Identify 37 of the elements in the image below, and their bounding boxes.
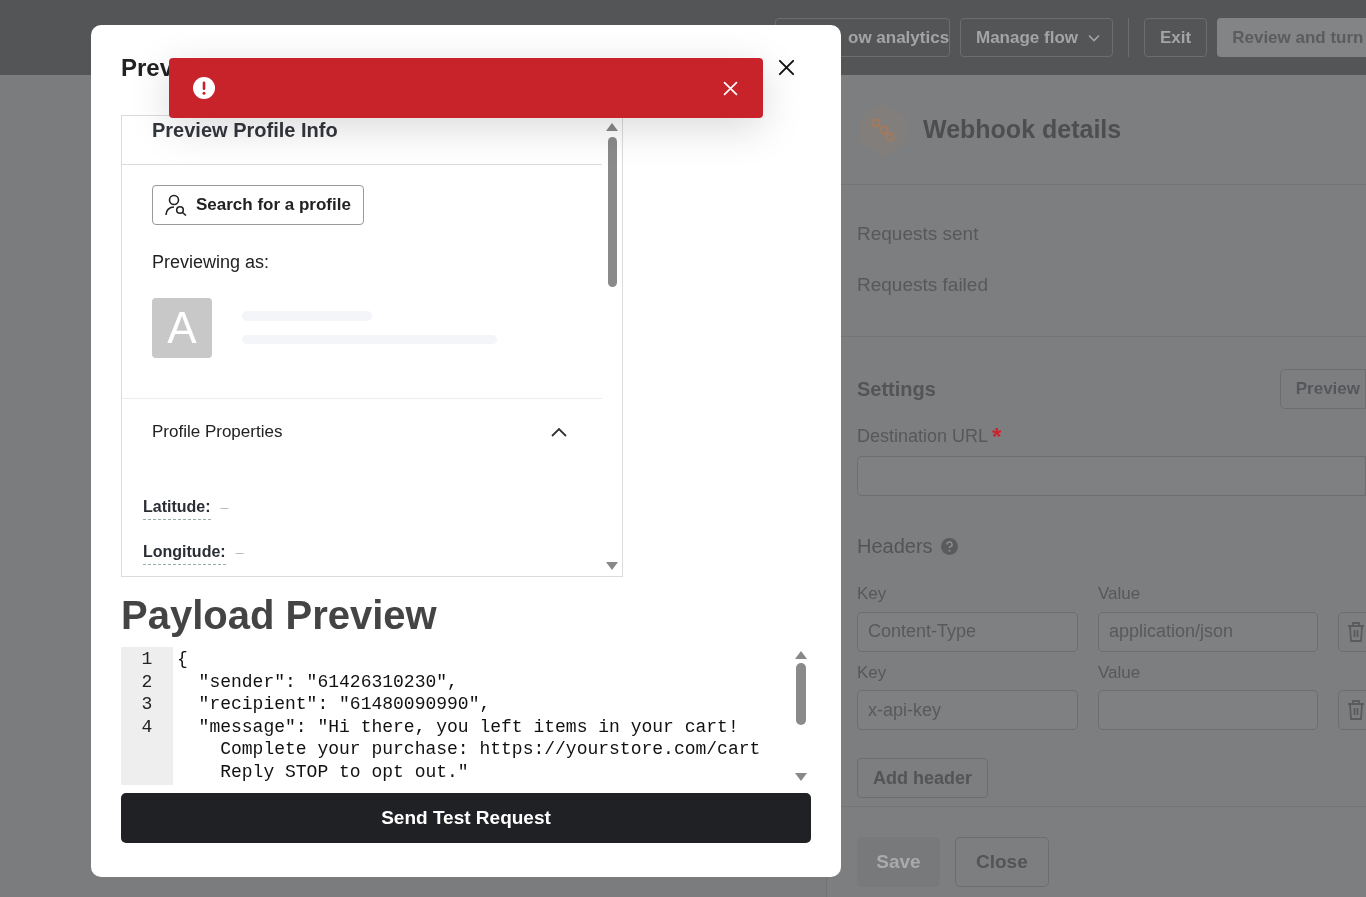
code-line: Complete your purchase: https://yourstore.com/cart	[219, 738, 762, 761]
section-heading: Profile Properties	[152, 421, 283, 443]
scroll-thumb[interactable]	[796, 663, 806, 725]
property-value: –	[235, 542, 244, 562]
trash-icon	[1347, 699, 1365, 721]
code-line: "message": "Hi there, you left items in your cart!	[197, 715, 740, 738]
property-label: Latitude:	[143, 494, 211, 520]
toolbar-button[interactable]: Exit	[1144, 18, 1208, 57]
user-search-icon	[165, 194, 187, 216]
line-number: 3	[141, 693, 153, 716]
scroll-up-icon[interactable]	[606, 123, 618, 131]
line-number: 4	[141, 715, 153, 738]
property-value: –	[220, 497, 229, 517]
line-number: 1	[141, 648, 153, 671]
scroll-down-icon[interactable]	[606, 562, 618, 570]
send-request-button[interactable]: Send Test Request	[121, 793, 811, 843]
chevron-down-icon	[1088, 33, 1100, 42]
property-label: Longitude:	[143, 539, 226, 565]
alert-icon	[193, 77, 215, 99]
code-line: Reply STOP to opt out."	[219, 760, 470, 783]
scroll-down-icon[interactable]	[795, 773, 807, 781]
required-mark: *	[992, 424, 1002, 449]
trash-icon	[1347, 620, 1365, 643]
help-icon[interactable]	[940, 537, 958, 555]
code-line: {	[177, 648, 189, 671]
previewing-label: Previewing as:	[152, 251, 271, 274]
dropdown-button[interactable]: Manage flow	[960, 18, 1113, 57]
search-profile-button[interactable]: Search for a profile	[152, 185, 364, 225]
scroll-up-icon[interactable]	[795, 651, 807, 659]
code-line: "sender": "61426310230",	[197, 670, 459, 693]
code-line: "recipient": "61480090990",	[197, 693, 492, 716]
section-title: Payload Preview	[121, 592, 438, 639]
close-icon[interactable]	[777, 58, 796, 77]
scroll-thumb[interactable]	[607, 137, 617, 287]
line-number: 2	[141, 670, 153, 693]
panel-heading: Preview Profile Info	[152, 118, 338, 143]
chevron-up-icon[interactable]	[551, 426, 568, 437]
